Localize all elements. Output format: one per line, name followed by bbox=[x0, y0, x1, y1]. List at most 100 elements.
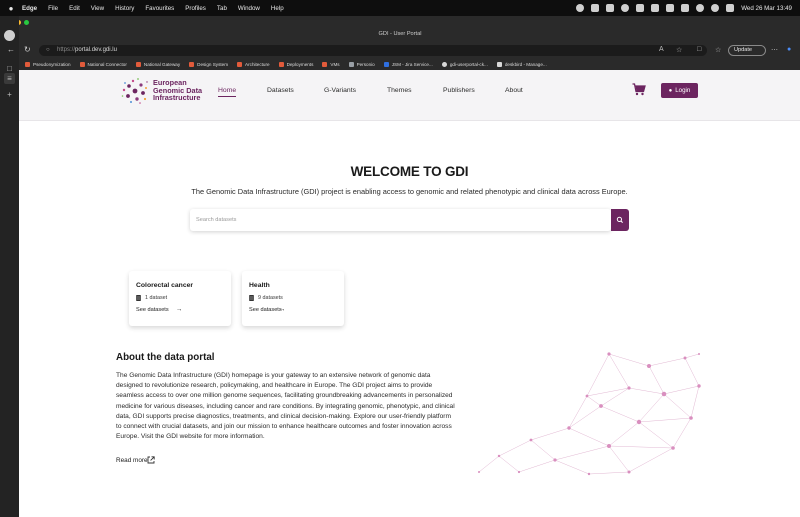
favourites-icon[interactable]: ☆ bbox=[715, 46, 721, 54]
browser-titlebar: GDI - User Portal bbox=[0, 16, 800, 44]
card-dataset-count: 9 datasets bbox=[258, 295, 283, 301]
search-input[interactable] bbox=[190, 209, 611, 231]
update-button[interactable]: Update bbox=[728, 45, 766, 56]
search-button[interactable] bbox=[611, 209, 629, 231]
nav-publishers[interactable]: Publishers bbox=[443, 87, 475, 94]
bookmark-item[interactable]: Deployments bbox=[278, 61, 313, 67]
login-button[interactable]: ● Login bbox=[661, 83, 698, 98]
tab-icon[interactable]: ≡ bbox=[4, 73, 15, 84]
web-page: European Genomic Data Infrastructure Hom… bbox=[19, 70, 800, 517]
arrow-right-icon: → bbox=[176, 306, 183, 313]
logo-wordmark[interactable]: European Genomic Data Infrastructure bbox=[153, 79, 202, 102]
bookmark-favicon bbox=[383, 61, 389, 67]
see-datasets-link[interactable]: See datasets bbox=[136, 307, 169, 313]
bookmark-item[interactable]: Personio bbox=[348, 61, 375, 67]
clock[interactable]: Wed 26 Mar 13:49 bbox=[741, 5, 792, 12]
bookmark-favicon bbox=[237, 61, 243, 67]
theme-card[interactable]: Health 9 datasets See datasets → bbox=[242, 271, 344, 326]
read-aloud-icon[interactable]: A bbox=[659, 46, 664, 53]
theme-card[interactable]: Colorectal cancer 1 dataset See datasets… bbox=[129, 271, 231, 326]
nav-about[interactable]: About bbox=[505, 87, 523, 94]
tray-app-icon[interactable] bbox=[651, 4, 660, 12]
database-icon bbox=[136, 295, 141, 301]
menu-profiles[interactable]: Profiles bbox=[185, 5, 206, 12]
menu-file[interactable]: File bbox=[48, 5, 58, 12]
bookmark-favicon bbox=[348, 61, 354, 67]
menu-edge[interactable]: Edge bbox=[22, 5, 37, 12]
nav-datasets[interactable]: Datasets bbox=[267, 87, 294, 94]
card-dataset-count: 1 dataset bbox=[145, 295, 168, 301]
bookmark-item[interactable]: Design System bbox=[189, 61, 228, 67]
new-tab-icon[interactable]: + bbox=[4, 89, 15, 100]
site-info-icon[interactable]: ○ bbox=[46, 45, 50, 56]
extensions-icon[interactable]: □ bbox=[697, 46, 701, 53]
tray-app-icon[interactable] bbox=[636, 4, 645, 12]
profile-avatar[interactable] bbox=[4, 30, 15, 41]
user-icon: ● bbox=[668, 88, 673, 94]
copilot-icon[interactable]: ● bbox=[787, 46, 791, 53]
menu-edit[interactable]: Edit bbox=[69, 5, 80, 12]
arrow-right-icon: → bbox=[279, 306, 286, 313]
url-host: portal.dev.gdi.lu bbox=[75, 47, 117, 53]
about-text: The Genomic Data Infrastructure (GDI) ho… bbox=[116, 372, 455, 441]
search-icon bbox=[616, 216, 623, 223]
back-icon[interactable]: ← bbox=[7, 45, 15, 54]
bookmark-item[interactable]: Architecture bbox=[237, 61, 270, 67]
see-datasets-link[interactable]: See datasets bbox=[249, 307, 282, 313]
more-options-icon[interactable]: ⋯ bbox=[771, 46, 778, 54]
nav-themes[interactable]: Themes bbox=[387, 87, 412, 94]
bookmark-item[interactable]: Pseudonymization bbox=[25, 61, 71, 67]
tab-title[interactable]: GDI - User Portal bbox=[0, 31, 800, 37]
nav-home[interactable]: Home bbox=[218, 87, 237, 97]
battery-icon[interactable] bbox=[681, 4, 690, 12]
browser-sidebar: □ ≡ + bbox=[0, 16, 19, 517]
wifi-icon[interactable] bbox=[696, 4, 705, 12]
menu-window[interactable]: Window bbox=[238, 5, 260, 12]
bookmark-favicon bbox=[79, 61, 85, 67]
bookmark-favicon bbox=[189, 61, 195, 67]
card-title: Colorectal cancer bbox=[136, 282, 194, 289]
menu-view[interactable]: View bbox=[91, 5, 104, 12]
maximize-window-button[interactable] bbox=[24, 20, 29, 25]
menu-history[interactable]: History bbox=[115, 5, 134, 12]
tray-app-icon[interactable] bbox=[621, 4, 630, 12]
bookmark-favicon bbox=[322, 61, 328, 67]
search-box bbox=[190, 209, 611, 231]
tray-app-icon[interactable] bbox=[666, 4, 675, 12]
bookmarks-bar: Pseudonymization National Connector Nati… bbox=[19, 58, 800, 70]
bookmark-item[interactable]: JSM - Jira Service... bbox=[383, 61, 433, 67]
apple-icon[interactable]: ● bbox=[0, 4, 22, 13]
bookmark-favicon bbox=[25, 61, 30, 67]
status-tray: Wed 26 Mar 13:49 bbox=[576, 0, 792, 16]
bookmark-favicon bbox=[496, 61, 502, 67]
github-icon bbox=[441, 61, 447, 67]
bookmark-item[interactable]: gdi-userportal-ck... bbox=[441, 61, 488, 67]
gdi-logo-icon[interactable] bbox=[120, 76, 150, 106]
tray-status-icon[interactable] bbox=[576, 4, 585, 12]
site-header: European Genomic Data Infrastructure Hom… bbox=[19, 70, 800, 121]
tray-app-icon[interactable] bbox=[606, 4, 615, 12]
url-bar[interactable]: ○ https://portal.dev.gdi.lu bbox=[39, 45, 707, 56]
favourite-star-icon[interactable]: ☆ bbox=[676, 46, 682, 54]
search-icon[interactable] bbox=[711, 4, 720, 12]
bookmark-item[interactable]: National Gateway bbox=[135, 61, 180, 67]
bookmark-item[interactable]: deskbird - Manage... bbox=[496, 61, 547, 67]
cart-icon[interactable] bbox=[632, 83, 646, 96]
database-icon bbox=[249, 295, 254, 301]
control-center-icon[interactable] bbox=[726, 4, 735, 12]
bookmark-favicon bbox=[278, 61, 284, 67]
nav-g-variants[interactable]: G-Variants bbox=[324, 87, 356, 94]
tray-app-icon[interactable] bbox=[591, 4, 600, 12]
bookmark-item[interactable]: National Connector bbox=[79, 61, 127, 67]
address-row: ← ↻ ○ https://portal.dev.gdi.lu A ☆ □ ☆ … bbox=[7, 44, 800, 58]
refresh-icon[interactable]: ↻ bbox=[24, 45, 31, 54]
intro-text: The Genomic Data Infrastructure (GDI) pr… bbox=[191, 187, 628, 196]
external-link-icon[interactable] bbox=[147, 456, 155, 464]
menu-tab[interactable]: Tab bbox=[217, 5, 227, 12]
read-more-link[interactable]: Read more bbox=[116, 457, 148, 464]
menu-help[interactable]: Help bbox=[271, 5, 284, 12]
network-illustration bbox=[478, 352, 701, 476]
about-title: About the data portal bbox=[116, 352, 215, 363]
bookmark-item[interactable]: VMs bbox=[322, 61, 340, 67]
menu-favourites[interactable]: Favourites bbox=[145, 5, 174, 12]
